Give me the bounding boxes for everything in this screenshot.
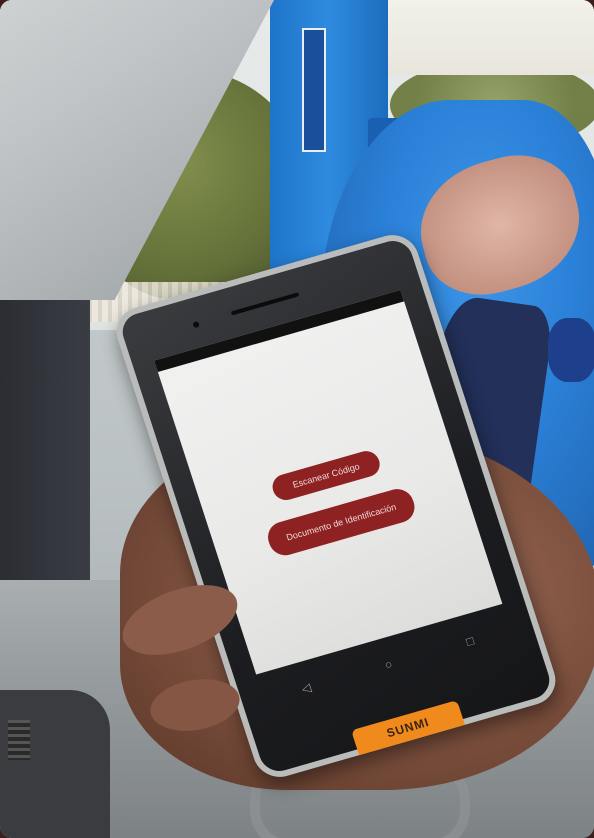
front-camera [192,320,200,329]
photo-frame: Escanear Código Documento de Identificac… [0,0,594,838]
pillar-sign [302,28,326,152]
status-bar [154,289,405,373]
triangle-back-icon[interactable]: ◁ [300,680,313,696]
square-recents-icon[interactable]: □ [464,634,475,649]
earpiece-speaker [230,292,300,316]
car-door-frame [0,300,90,600]
uniform-patch [548,318,594,382]
scan-code-button[interactable]: Escanear Código [269,448,384,504]
status-time [393,292,403,302]
dash-panel [0,690,110,838]
circle-home-icon[interactable]: ○ [383,657,394,672]
air-vent [8,720,30,760]
